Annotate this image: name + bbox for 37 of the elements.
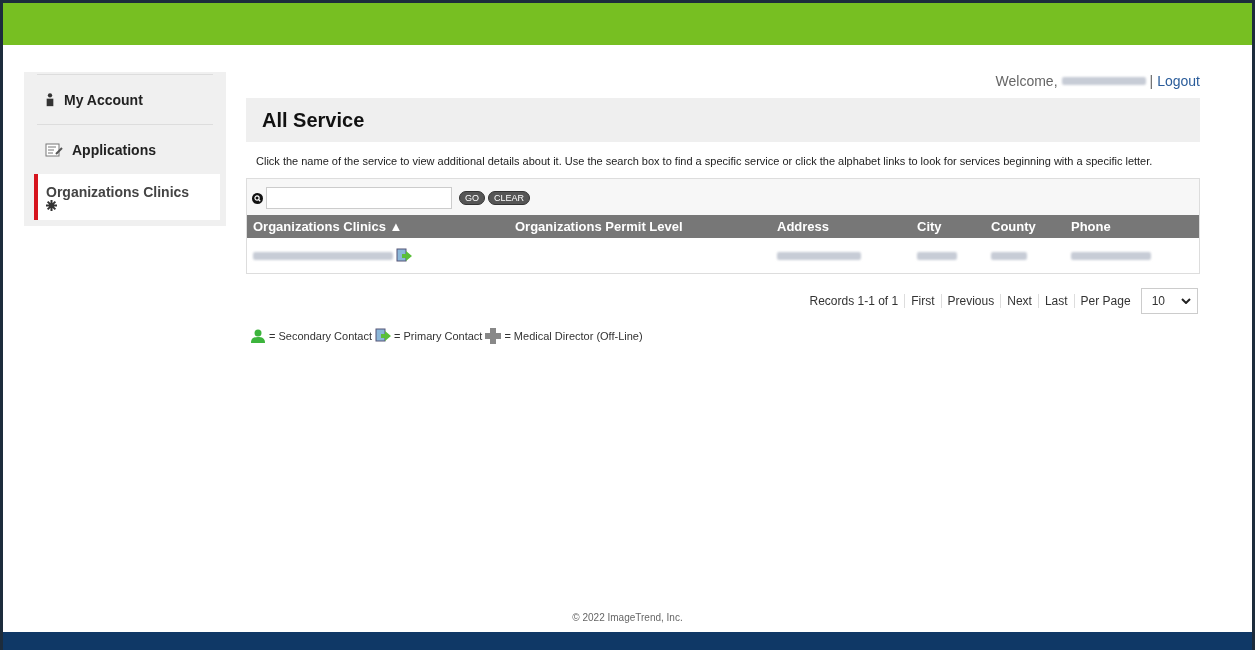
cross-icon — [485, 328, 502, 345]
chevron-down-icon — [1181, 298, 1191, 305]
column-header: Address — [776, 219, 831, 235]
welcome-text: Welcome, — [995, 73, 1058, 89]
per-page-label: Per Page — [1080, 294, 1131, 309]
column-header[interactable]: Organizations Clinics ▲ — [247, 219, 509, 235]
pager-link[interactable]: Next — [1007, 294, 1032, 309]
column-header: County — [990, 219, 1037, 235]
pager-link[interactable]: Previous — [947, 294, 995, 309]
legend-text: = Primary Contact — [394, 330, 483, 343]
form-icon — [45, 142, 63, 157]
search-icon — [252, 192, 263, 204]
page-title: All Service — [262, 108, 365, 132]
asterisk-icon — [46, 199, 57, 211]
per-page-select[interactable]: 10 — [1140, 288, 1198, 315]
search-field[interactable] — [266, 187, 452, 210]
contact-arrow-icon — [375, 328, 392, 345]
pager-link[interactable]: First — [911, 294, 935, 309]
person-icon — [45, 92, 55, 107]
legend-text: = Medical Director (Off-Line) — [504, 330, 643, 343]
go-button[interactable]: GO — [459, 191, 485, 206]
column-header: Organizations Permit Level — [514, 219, 684, 235]
description-text: Click the name of the service to view additional details about it. Use the search box to find a specific service or click the alphabet links to look for services beginning with a specific letter. — [256, 155, 1154, 169]
redacted-text — [917, 251, 957, 260]
logout-link[interactable]: Logout — [1157, 73, 1200, 89]
copyright-text: © 2022 ImageTrend, Inc. — [572, 611, 683, 623]
pager-link[interactable]: Last — [1044, 294, 1068, 309]
sidebar-item[interactable]: Organizations Clinics — [34, 174, 220, 220]
records-count: Records 1-1 of 1 — [809, 294, 899, 309]
clear-button[interactable]: CLEAR — [488, 191, 531, 206]
redacted-text — [991, 251, 1027, 260]
sidebar-item[interactable]: My Account — [37, 74, 213, 124]
column-header: City — [916, 219, 943, 235]
legend-text: = Secondary Contact — [269, 330, 373, 343]
person-icon — [250, 329, 266, 344]
column-header: Phone — [1070, 219, 1112, 235]
separator: | — [1149, 73, 1154, 89]
